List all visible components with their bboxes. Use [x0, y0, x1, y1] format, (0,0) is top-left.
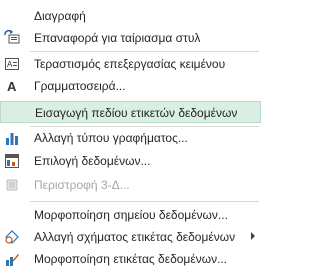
format-label-icon — [4, 251, 20, 267]
menu-item-label: Αλλαγή τύπου γραφήματος... — [34, 131, 188, 145]
submenu-arrow-icon — [251, 232, 255, 240]
menu-item-label: Διαγραφή — [34, 9, 86, 23]
font-icon: A — [4, 78, 20, 94]
menu-item-format-data-point[interactable]: Μορφοποίηση σημείου δεδομένων... — [0, 204, 261, 226]
menu-item-label: Αλλαγή σχήματος ετικέτας δεδομένων — [34, 230, 236, 244]
reset-style-icon — [4, 30, 20, 46]
menu-item-label: Τεραστισμός επεξεργασίας κειμένου — [34, 57, 226, 71]
change-shape-icon — [4, 229, 20, 245]
bar-chart-icon — [4, 130, 20, 146]
menu-item-change-chart-type[interactable]: Αλλαγή τύπου γραφήματος... — [0, 127, 261, 149]
menu-item-label: Εισαγωγή πεδίου ετικετών δεδομένων — [35, 106, 238, 120]
menu-item-format-data-label[interactable]: Μορφοποίηση ετικέτας δεδομένων... — [0, 248, 261, 270]
menu-item-label: Γραμματοσειρά... — [34, 79, 126, 93]
menu-item-label: Μορφοποίηση σημείου δεδομένων... — [34, 208, 228, 222]
menu-item-format-text[interactable]: A Τεραστισμός επεξεργασίας κειμένου — [0, 53, 261, 75]
menu-item-font[interactable]: A Γραμματοσειρά... — [0, 75, 261, 97]
menu-item-reset-style[interactable]: Επαναφορά για ταίριασμα στυλ — [0, 27, 261, 49]
format-text-icon: A — [4, 56, 20, 72]
context-menu: Διαγραφή Επαναφορά για ταίριασμα στυλ A — [0, 0, 261, 275]
svg-text:A: A — [7, 60, 13, 69]
menu-item-label: Μορφοποίηση ετικέτας δεδομένων... — [34, 252, 228, 266]
menu-item-delete[interactable]: Διαγραφή — [0, 5, 261, 27]
menu-item-insert-data-label-field[interactable]: Εισαγωγή πεδίου ετικετών δεδομένων — [0, 101, 261, 123]
menu-item-label: Επαναφορά για ταίριασμα στυλ — [34, 31, 201, 45]
menu-item-change-label-shape[interactable]: Αλλαγή σχήματος ετικέτας δεδομένων — [0, 226, 261, 248]
select-data-icon — [4, 153, 20, 169]
menu-item-select-data[interactable]: Επιλογή δεδομένων... — [0, 150, 261, 172]
svg-text:A: A — [7, 79, 17, 94]
menu-separator — [30, 51, 259, 52]
menu-item-label: Επιλογή δεδομένων... — [34, 154, 151, 168]
menu-item-3d-rotation: Περιστροφή 3-Δ... — [0, 174, 261, 196]
rotate-3d-icon — [4, 177, 20, 193]
menu-separator — [30, 201, 259, 202]
menu-item-label: Περιστροφή 3-Δ... — [34, 178, 130, 192]
